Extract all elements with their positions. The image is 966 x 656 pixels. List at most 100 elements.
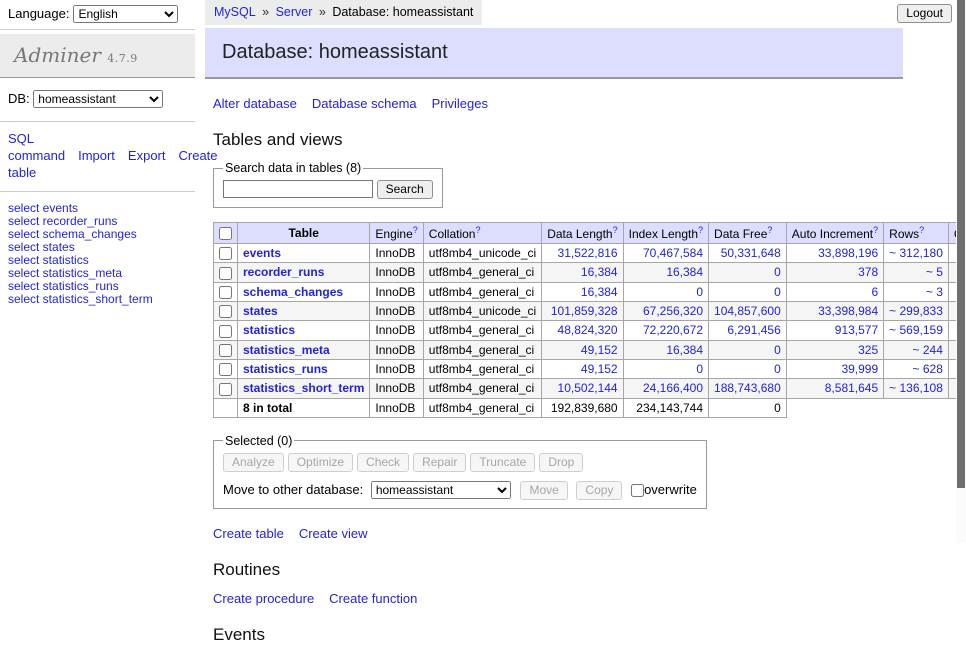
value-link[interactable]: 16,384 (629, 265, 703, 279)
value-link[interactable]: ~ 299,833 (889, 304, 943, 318)
value-link[interactable]: 24,166,400 (629, 381, 703, 395)
move-db-select[interactable]: homeassistant (371, 481, 511, 499)
value-link[interactable]: 0 (714, 285, 781, 299)
value-link[interactable]: ~ 569,159 (889, 323, 943, 337)
value-link[interactable]: 101,859,328 (547, 304, 617, 318)
database-link[interactable]: Database schema (312, 96, 417, 111)
value-link[interactable]: 6 (792, 285, 878, 299)
copy-button[interactable]: Copy (576, 481, 622, 500)
selected-action-button[interactable]: Optimize (288, 453, 353, 472)
value-link[interactable]: 49,152 (547, 362, 617, 376)
overwrite-checkbox[interactable] (631, 484, 644, 497)
value-link[interactable]: ~ 136,108 (889, 381, 943, 395)
selected-action-button[interactable]: Drop (539, 453, 583, 472)
row-checkbox[interactable] (219, 344, 232, 357)
column-help-link[interactable]: ? (919, 225, 924, 235)
sidebar-action-link[interactable]: SQL command (8, 131, 65, 163)
database-link[interactable]: Alter database (213, 96, 297, 111)
value-link[interactable]: 0 (629, 362, 703, 376)
table-name-link[interactable]: schema_changes (243, 285, 343, 299)
value-link[interactable]: 0 (629, 285, 703, 299)
value-link[interactable]: 378 (792, 265, 878, 279)
value-link[interactable]: 104,857,600 (714, 304, 781, 318)
row-checkbox[interactable] (219, 286, 232, 299)
row-checkbox[interactable] (219, 325, 232, 338)
sidebar-select-link[interactable]: select statistics (8, 254, 187, 267)
row-checkbox[interactable] (219, 247, 232, 260)
value-link[interactable]: 50,331,648 (714, 246, 781, 260)
value-link[interactable]: ~ 3 (889, 285, 943, 299)
value-link[interactable]: 0 (714, 343, 781, 357)
selected-action-button[interactable]: Repair (413, 453, 466, 472)
selected-action-button[interactable]: Check (357, 453, 409, 472)
sidebar-action-link[interactable]: Import (78, 148, 115, 163)
value-link[interactable]: 188,743,680 (714, 381, 781, 395)
table-name-link[interactable]: recorder_runs (243, 265, 324, 279)
sidebar-select-link[interactable]: select statistics_meta (8, 267, 187, 280)
selected-action-button[interactable]: Analyze (223, 453, 284, 472)
value-link[interactable]: ~ 244 (889, 343, 943, 357)
db-select[interactable]: homeassistant (33, 90, 163, 108)
value-link[interactable]: 70,467,584 (629, 246, 703, 260)
column-help-link[interactable]: ? (613, 225, 618, 235)
table-name-link[interactable]: events (243, 246, 281, 260)
column-help-link[interactable]: ? (698, 225, 703, 235)
sidebar-select-link[interactable]: select statistics_short_term (8, 293, 187, 306)
sidebar-select-link[interactable]: select schema_changes (8, 228, 187, 241)
database-link[interactable]: Privileges (432, 96, 488, 111)
create-link[interactable]: Create table (213, 526, 284, 541)
value-link[interactable]: 6,291,456 (714, 323, 781, 337)
value-link[interactable]: 48,824,320 (547, 323, 617, 337)
logout-button[interactable]: Logout (897, 4, 952, 23)
routine-link[interactable]: Create procedure (213, 591, 314, 606)
scrollbar-thumb[interactable] (957, 0, 965, 488)
sidebar-select-link[interactable]: select states (8, 241, 187, 254)
row-checkbox[interactable] (219, 383, 232, 396)
value-link[interactable]: ~ 628 (889, 362, 943, 376)
vertical-scrollbar[interactable] (956, 0, 966, 543)
selected-action-button[interactable]: Truncate (470, 453, 535, 472)
value-link[interactable]: 49,152 (547, 343, 617, 357)
breadcrumb-item[interactable]: Server (276, 5, 313, 19)
table-name-link[interactable]: statistics_meta (243, 343, 330, 357)
value-link[interactable]: 33,398,984 (792, 304, 878, 318)
select-all-checkbox[interactable] (219, 227, 232, 240)
create-link[interactable]: Create view (299, 526, 368, 541)
search-input[interactable] (223, 180, 373, 198)
value-link[interactable]: 39,999 (792, 362, 878, 376)
sidebar-action-link[interactable]: Export (128, 148, 166, 163)
language-select[interactable]: English (73, 5, 178, 23)
move-button[interactable]: Move (520, 481, 567, 500)
value-link[interactable]: 31,522,816 (547, 246, 617, 260)
value-link[interactable]: 0 (714, 265, 781, 279)
table-name-link[interactable]: statistics (243, 323, 295, 337)
column-help-link[interactable]: ? (475, 225, 480, 235)
value-link[interactable]: 72,220,672 (629, 323, 703, 337)
search-button[interactable]: Search (377, 180, 433, 199)
table-name-link[interactable]: statistics_short_term (243, 381, 364, 395)
value-link[interactable]: 10,502,144 (547, 381, 617, 395)
column-help-link[interactable]: ? (767, 225, 772, 235)
row-checkbox[interactable] (219, 267, 232, 280)
row-checkbox[interactable] (219, 363, 232, 376)
value-link[interactable]: 913,577 (792, 323, 878, 337)
value-link[interactable]: 325 (792, 343, 878, 357)
value-link[interactable]: 16,384 (547, 285, 617, 299)
value-link[interactable]: 0 (714, 362, 781, 376)
table-name-link[interactable]: states (243, 304, 278, 318)
routine-link[interactable]: Create function (329, 591, 417, 606)
column-help-link[interactable]: ? (873, 225, 878, 235)
breadcrumb-item[interactable]: MySQL (214, 5, 256, 19)
value-link[interactable]: 67,256,320 (629, 304, 703, 318)
table-name-link[interactable]: statistics_runs (243, 362, 328, 376)
sidebar-select-link[interactable]: select recorder_runs (8, 215, 187, 228)
value-link[interactable]: 33,898,196 (792, 246, 878, 260)
column-help-link[interactable]: ? (413, 225, 418, 235)
row-checkbox[interactable] (219, 305, 232, 318)
value-link[interactable]: 8,581,645 (792, 381, 878, 395)
sidebar-select-link[interactable]: select statistics_runs (8, 280, 187, 293)
value-link[interactable]: ~ 312,180 (889, 246, 943, 260)
value-link[interactable]: ~ 5 (889, 265, 943, 279)
value-link[interactable]: 16,384 (547, 265, 617, 279)
value-link[interactable]: 16,384 (629, 343, 703, 357)
